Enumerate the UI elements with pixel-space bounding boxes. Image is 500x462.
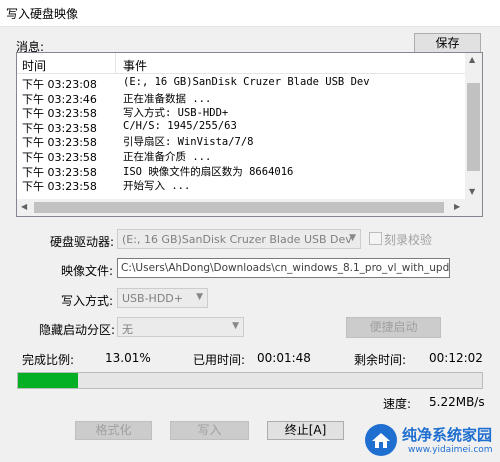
write-button[interactable]: 写入 xyxy=(170,421,249,440)
window-title: 写入硬盘映像 xyxy=(6,7,79,21)
remaining-label: 剩余时间: xyxy=(354,353,407,367)
log-event: (E:, 16 GB)SanDisk Cruzer Blade USB Dev xyxy=(123,76,370,88)
elapsed-label: 已用时间: xyxy=(193,353,246,367)
log-time: 下午 03:23:58 xyxy=(22,180,97,194)
ratio-label: 完成比例: xyxy=(22,353,75,367)
scroll-corner xyxy=(465,199,482,216)
column-divider[interactable] xyxy=(115,53,116,73)
write-mode-label: 写入方式: xyxy=(61,294,114,308)
write-mode-select[interactable]: USB-HDD+ ▼ xyxy=(117,288,208,308)
write-mode-value: USB-HDD+ xyxy=(122,292,183,305)
chevron-down-icon: ▼ xyxy=(196,292,203,302)
log-row[interactable]: 下午 03:23:58 开始写入 ... xyxy=(17,177,466,194)
hidden-partition-select[interactable]: 无 ▼ xyxy=(117,317,244,337)
hidden-partition-value: 无 xyxy=(122,323,133,336)
log-row[interactable]: 下午 03:23:46 正在准备数据 ... xyxy=(17,90,466,106)
image-file-value: C:\Users\AhDong\Downloads\cn_windows_8.1… xyxy=(121,262,450,274)
verify-label: 刻录校验 xyxy=(384,233,433,247)
image-file-field[interactable]: C:\Users\AhDong\Downloads\cn_windows_8.1… xyxy=(117,258,450,278)
watermark-url: www.yidaimei.com xyxy=(408,445,493,455)
verify-checkbox[interactable] xyxy=(369,232,382,245)
log-row[interactable]: 下午 03:23:58 写入方式: USB-HDD+ xyxy=(17,104,466,120)
drive-label: 硬盘驱动器: xyxy=(50,235,115,249)
title-bar: 写入硬盘映像 xyxy=(0,0,500,27)
scroll-down-icon[interactable]: ▼ xyxy=(469,187,475,196)
speed-label: 速度: xyxy=(383,397,412,411)
vertical-scrollbar[interactable]: ▲ ▼ xyxy=(465,53,482,199)
log-event: C/H/S: 1945/255/63 xyxy=(123,119,237,132)
scroll-left-icon[interactable]: ◀ xyxy=(21,202,27,211)
col-time-header[interactable]: 时间 xyxy=(22,57,46,74)
ratio-value: 13.01% xyxy=(105,351,151,365)
house-logo-icon xyxy=(365,424,397,456)
chevron-down-icon: ▼ xyxy=(232,321,239,331)
image-file-label: 映像文件: xyxy=(61,264,114,278)
horizontal-scrollbar[interactable]: ◀ ▶ xyxy=(17,199,466,216)
abort-button[interactable]: 终止[A] xyxy=(267,421,344,440)
log-row[interactable]: 下午 03:23:58 引导扇区: WinVista/7/8 xyxy=(17,133,466,149)
quick-boot-button[interactable]: 便捷启动 xyxy=(346,317,441,338)
remaining-value: 00:12:02 xyxy=(429,351,483,365)
watermark: 纯净系统家园 www.yidaimei.com xyxy=(360,418,500,462)
chevron-down-icon: ▼ xyxy=(349,233,356,243)
log-header: 时间 事件 xyxy=(17,53,466,74)
save-button[interactable]: 保存 xyxy=(414,33,481,53)
col-event-header[interactable]: 事件 xyxy=(123,57,147,74)
horizontal-scroll-thumb[interactable] xyxy=(34,202,444,213)
elapsed-value: 00:01:48 xyxy=(257,351,311,365)
log-event: 开始写入 ... xyxy=(123,180,191,193)
vertical-scroll-thumb[interactable] xyxy=(467,83,480,171)
log-list[interactable]: 时间 事件 下午 03:23:08 (E:, 16 GB)SanDisk Cruz… xyxy=(16,52,483,217)
format-button[interactable]: 格式化 xyxy=(75,421,152,440)
scroll-up-icon[interactable]: ▲ xyxy=(469,55,475,64)
hidden-partition-label: 隐藏启动分区: xyxy=(39,323,116,337)
watermark-name: 纯净系统家园 xyxy=(402,426,493,444)
scroll-right-icon[interactable]: ▶ xyxy=(454,202,460,211)
log-row[interactable]: 下午 03:23:58 ISO 映像文件的扇区数为 8664016 xyxy=(17,163,466,179)
progress-bar xyxy=(17,372,483,389)
drive-select[interactable]: (E:, 16 GB)SanDisk Cruzer Blade USB Dev … xyxy=(117,229,361,249)
log-row[interactable]: 下午 03:23:58 正在准备介质 ... xyxy=(17,148,466,164)
speed-value: 5.22MB/s xyxy=(429,395,485,409)
log-row[interactable]: 下午 03:23:58 C/H/S: 1945/255/63 xyxy=(17,119,466,135)
drive-select-value: (E:, 16 GB)SanDisk Cruzer Blade USB Dev xyxy=(122,233,352,246)
progress-fill xyxy=(18,373,79,388)
log-row[interactable]: 下午 03:23:08 (E:, 16 GB)SanDisk Cruzer Bla… xyxy=(17,75,466,91)
